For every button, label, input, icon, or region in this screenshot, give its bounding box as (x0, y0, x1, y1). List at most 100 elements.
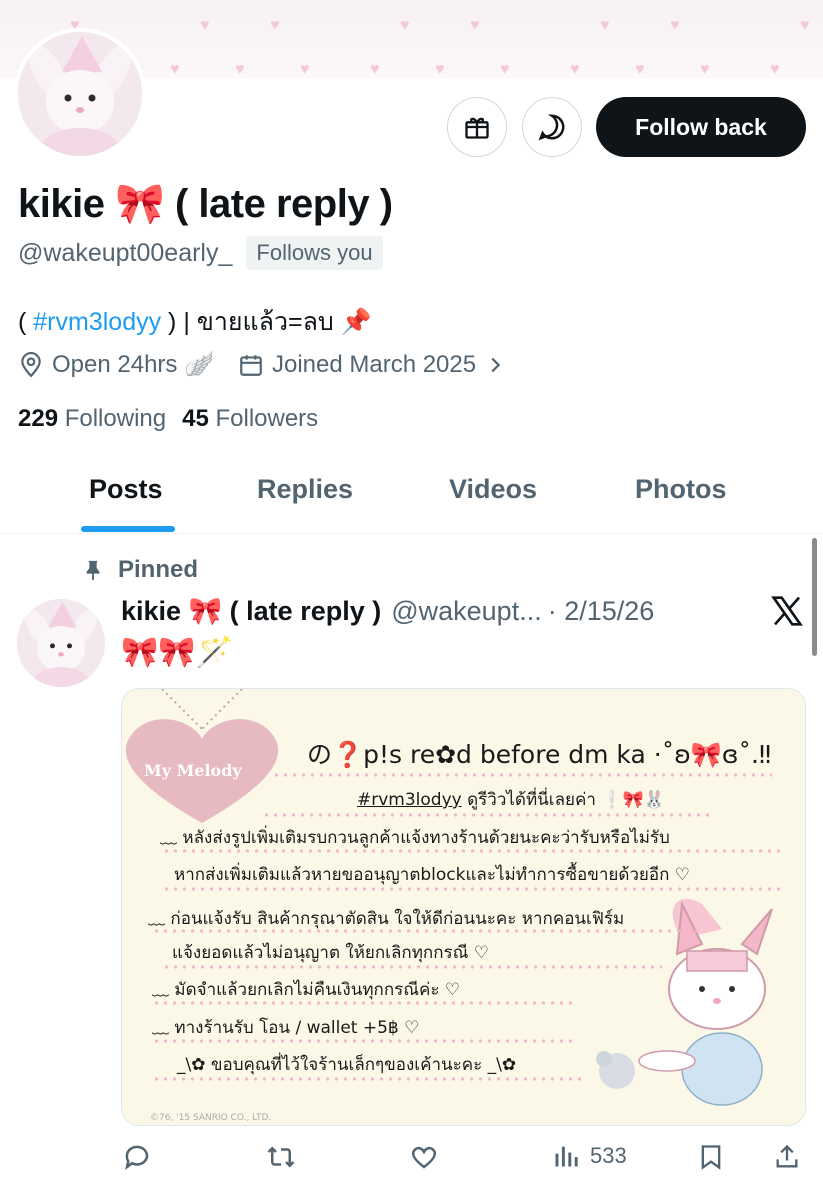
message-button[interactable] (522, 97, 582, 157)
views-icon (555, 1146, 578, 1167)
dotted-divider (162, 849, 782, 853)
heart-icon: ♥ (370, 61, 380, 78)
bunny-avatar-image (17, 599, 105, 687)
card-line-4: แจ้งยอดแล้วไม่อนุญาต ให้ยกเลิกทุกกรณี ♡ (172, 943, 490, 963)
dotted-divider (152, 1039, 572, 1043)
location-text: Open 24hrs 🪽 (52, 351, 214, 378)
followers-label: Followers (215, 405, 319, 432)
dotted-divider (152, 929, 702, 933)
bio-hashtag-link[interactable]: #rvm3lodyy (33, 308, 161, 336)
post-actions: 533 (0, 1142, 823, 1182)
heart-icon: ♥ (670, 17, 680, 34)
heart-icon: ♥ (800, 17, 810, 34)
joined-date[interactable]: Joined March 2025 (238, 351, 514, 379)
heart-icon: ♥ (470, 17, 480, 34)
heart-icon: ♥ (700, 61, 710, 78)
tab-videos[interactable]: Videos (449, 474, 537, 505)
chevron-right-icon (491, 357, 501, 372)
dotted-divider (162, 887, 782, 891)
dotted-divider (152, 1001, 572, 1005)
share-icon (776, 1144, 798, 1168)
card-copyright: ©76, '15 SANRIO CO., LTD. (150, 1113, 272, 1123)
message-icon (538, 114, 565, 141)
profile-avatar[interactable] (14, 28, 146, 160)
heart-icon: ♥ (435, 61, 445, 78)
following-count: 229 (18, 405, 59, 432)
reply-button[interactable] (122, 1142, 152, 1172)
gift-icon (465, 117, 489, 139)
card-brand: My Melody (144, 761, 242, 780)
post-author-name[interactable]: kikie 🎀 ( late reply ) (121, 595, 381, 627)
card-title: の❓p!s re✿d before dm ka ·˚ʚ🎀ɞ˚.‼ (307, 740, 772, 769)
bio: ( #rvm3lodyy ) | ขายแล้ว=ลบ 📌 (18, 302, 372, 342)
gift-button[interactable] (447, 97, 507, 157)
scrollbar[interactable] (812, 538, 817, 656)
username: @wakeupt00early_ (18, 238, 233, 267)
pin-icon (86, 560, 100, 581)
bunny-avatar-image (18, 32, 142, 156)
repost-button[interactable] (264, 1142, 298, 1172)
dotted-divider (272, 773, 772, 777)
card-tagline: #rvm3lodyy ดูรีวิวได้ที่นี่เลยค่า ❕🎀🐰 (357, 786, 665, 813)
heart-icon: ♥ (570, 61, 580, 78)
post-header: kikie 🎀 ( late reply ) @wakeupt... · 2/1… (121, 595, 654, 627)
heart-icon: ♥ (270, 17, 280, 34)
tab-replies[interactable]: Replies (257, 474, 353, 505)
heart-icon: ♥ (200, 17, 210, 34)
bio-suffix: ) | ขายแล้ว=ลบ 📌 (161, 308, 372, 336)
calendar-icon (240, 354, 262, 376)
follow-back-button[interactable]: Follow back (596, 97, 806, 157)
heart-icon: ♥ (170, 61, 180, 78)
tab-posts[interactable]: Posts (89, 474, 163, 505)
joined-text: Joined March 2025 (271, 350, 477, 378)
following-link[interactable]: 229 Following (18, 405, 166, 432)
followers-count: 45 (182, 405, 209, 432)
reply-icon (125, 1145, 149, 1171)
views-count: 533 (590, 1143, 627, 1168)
following-label: Following (64, 405, 167, 432)
heart-icon: ♥ (235, 61, 245, 78)
card-line-6: ﹏ ทางร้านรับ โอน / wallet +5฿ ♡ (152, 1018, 420, 1038)
card-tagline-rest: ดูรีวิวได้ที่นี่เลยค่า ❕🎀🐰 (461, 790, 665, 810)
card-line-7: _\✿ ขอบคุณที่ไว้ใจร้านเล็กๆของเค้านะคะ _… (177, 1055, 517, 1075)
dotted-divider (152, 1077, 582, 1081)
bio-prefix: ( (18, 308, 34, 336)
followers-link[interactable]: 45 Followers (182, 405, 318, 432)
heart-icon: ♥ (600, 17, 610, 34)
location: Open 24hrs 🪽 (18, 350, 214, 379)
active-tab-indicator (81, 526, 175, 532)
post-text-content: 🎀🎀🪄 (121, 636, 234, 669)
like-button[interactable] (408, 1142, 440, 1172)
display-name: kikie 🎀 ( late reply ) (18, 182, 393, 226)
post-date[interactable]: · 2/15/26 (548, 596, 655, 627)
post-text: 🎀🎀🪄 (121, 635, 233, 670)
heart-icon: ♥ (635, 61, 645, 78)
tab-photos[interactable]: Photos (635, 474, 727, 505)
x-logo-icon[interactable] (770, 595, 804, 627)
repost-icon (267, 1146, 295, 1168)
heart-icon: ♥ (400, 17, 410, 34)
post-image[interactable]: My Melody の❓p!s re✿d before dm ka ·˚ʚ🎀ɞ˚… (121, 688, 806, 1126)
heart-outline-icon (411, 1146, 437, 1169)
card-line-1: ﹏ หลังส่งรูปเพิ่มเติมรบกวนลูกค้าแจ้งทางร… (160, 828, 670, 848)
dotted-divider (262, 813, 712, 817)
dotted-divider (162, 965, 662, 969)
post-author-handle[interactable]: @wakeupt... (391, 596, 541, 627)
heart-icon: ♥ (770, 61, 780, 78)
post-author-avatar[interactable] (17, 599, 105, 687)
bookmark-button[interactable] (697, 1142, 725, 1172)
card-line-2: หากส่งเพิ่มเติมแล้วหายขออนุญาตblockและไม… (174, 865, 691, 885)
location-pin-icon (21, 351, 41, 377)
share-button[interactable] (773, 1142, 801, 1172)
heart-icon: ♥ (300, 61, 310, 78)
profile-tabs: Posts Replies Videos Photos (0, 450, 823, 534)
follows-you-badge: Follows you (246, 236, 383, 270)
card-line-3: ﹏ ก่อนแจ้งรับ สินค้ากรุณาตัดสิน ใจให้ดีก… (148, 909, 625, 929)
pinned-label: Pinned (118, 556, 199, 583)
card-line-5: ﹏ มัดจำแล้วยกเลิกไม่คืนเงินทุกกรณีค่ะ ♡ (152, 980, 461, 1000)
pinned-indicator: Pinned (82, 556, 198, 584)
bookmark-icon (701, 1145, 721, 1170)
heart-icon: ♥ (500, 61, 510, 78)
card-tagline-tag: #rvm3lodyy (357, 790, 462, 810)
views-button[interactable]: 533 (552, 1142, 627, 1170)
